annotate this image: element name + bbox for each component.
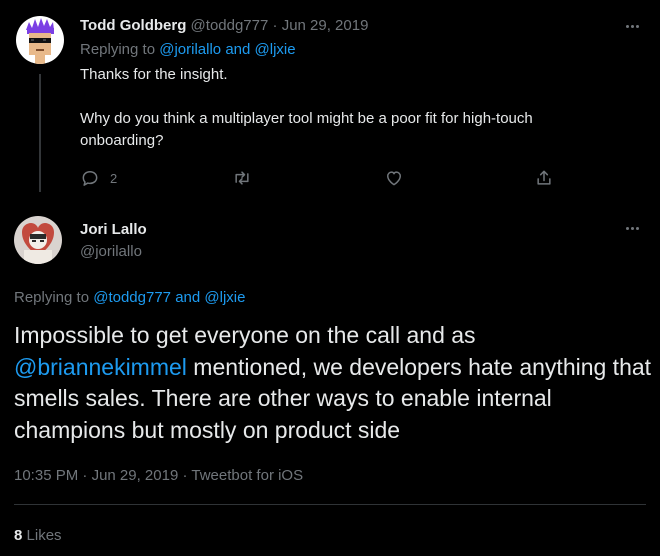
tweet2-replying-to: Replying to @toddg777 and @ljxie xyxy=(14,288,245,308)
pixel-avatar-image xyxy=(16,16,64,64)
tweet2-meta-sep-1: · xyxy=(82,467,88,484)
tweet1-author-name[interactable]: Todd Goldberg xyxy=(80,17,186,34)
tweet1-reply-and: and xyxy=(225,41,251,58)
tweet1-date[interactable]: Jun 29, 2019 xyxy=(282,17,369,34)
tweet2-meta: 10:35 PM · Jun 29, 2019 · Tweetbot for i… xyxy=(14,466,303,486)
tweet1-replying-to: Replying to @jorilallo and @ljxie xyxy=(80,40,296,60)
tweet2-likes-label: Likes xyxy=(26,527,62,544)
tweet2-likes-count: 8 xyxy=(14,527,23,544)
tweet1-reply-button[interactable]: 2 xyxy=(80,168,117,188)
tweet2-reply-mention-1[interactable]: @toddg777 xyxy=(93,289,171,306)
tweet1-replying-label: Replying to xyxy=(80,41,156,58)
tweet1-body-line-1: Thanks for the insight. xyxy=(80,66,228,83)
tweet2-author-name[interactable]: Jori Lallo xyxy=(80,220,147,240)
tweet2-meta-sep-2: · xyxy=(182,467,188,484)
tweet1-header: Todd Goldberg @toddg777 · Jun 29, 2019 xyxy=(80,16,368,36)
tweet1-body-line-2: Why do you think a multiplayer tool migh… xyxy=(80,110,533,127)
profile-photo-image xyxy=(14,216,62,264)
tweet2-body-text-1: Impossible to get everyone on the call a… xyxy=(14,322,476,348)
tweet2-body: Impossible to get everyone on the call a… xyxy=(14,320,654,446)
tweet2-author-handle[interactable]: @jorilallo xyxy=(80,242,142,262)
tweet1-more-icon[interactable] xyxy=(620,18,644,34)
divider xyxy=(14,504,646,505)
tweet2-more-icon[interactable] xyxy=(620,220,644,236)
tweet1-separator: · xyxy=(272,17,278,34)
tweet2-date[interactable]: Jun 29, 2019 xyxy=(92,467,179,484)
tweet2-body-mention[interactable]: @briannekimmel xyxy=(14,354,187,380)
share-icon xyxy=(537,170,551,185)
avatar-todd-goldberg[interactable] xyxy=(16,16,64,64)
reply-icon xyxy=(82,171,98,186)
tweet1-retweet-button[interactable] xyxy=(232,168,252,188)
tweet1-reply-mention-2[interactable]: @ljxie xyxy=(255,41,296,58)
retweet-icon xyxy=(235,171,249,185)
tweet1-share-button[interactable] xyxy=(534,168,554,188)
thread-connector-line xyxy=(39,74,41,192)
tweet1-author-handle[interactable]: @toddg777 xyxy=(191,17,269,34)
tweet2-time[interactable]: 10:35 PM xyxy=(14,467,78,484)
tweet2-reply-and: and xyxy=(175,289,201,306)
tweet1-body-line-3: onboarding? xyxy=(80,132,164,149)
tweet2-replying-label: Replying to xyxy=(14,289,90,306)
tweet2-likes-link[interactable]: 8 Likes xyxy=(14,526,62,546)
tweet1-body: Thanks for the insight. Why do you think… xyxy=(80,64,620,152)
like-icon xyxy=(387,171,401,186)
tweet2-reply-mention-2[interactable]: @ljxie xyxy=(204,289,245,306)
avatar-jori-lallo[interactable] xyxy=(14,216,62,264)
tweet1-reply-count: 2 xyxy=(110,170,118,186)
tweet2-client[interactable]: Tweetbot for iOS xyxy=(191,467,303,484)
tweet1-like-button[interactable] xyxy=(384,168,404,188)
tweet1-reply-mention-1[interactable]: @jorilallo xyxy=(159,41,221,58)
